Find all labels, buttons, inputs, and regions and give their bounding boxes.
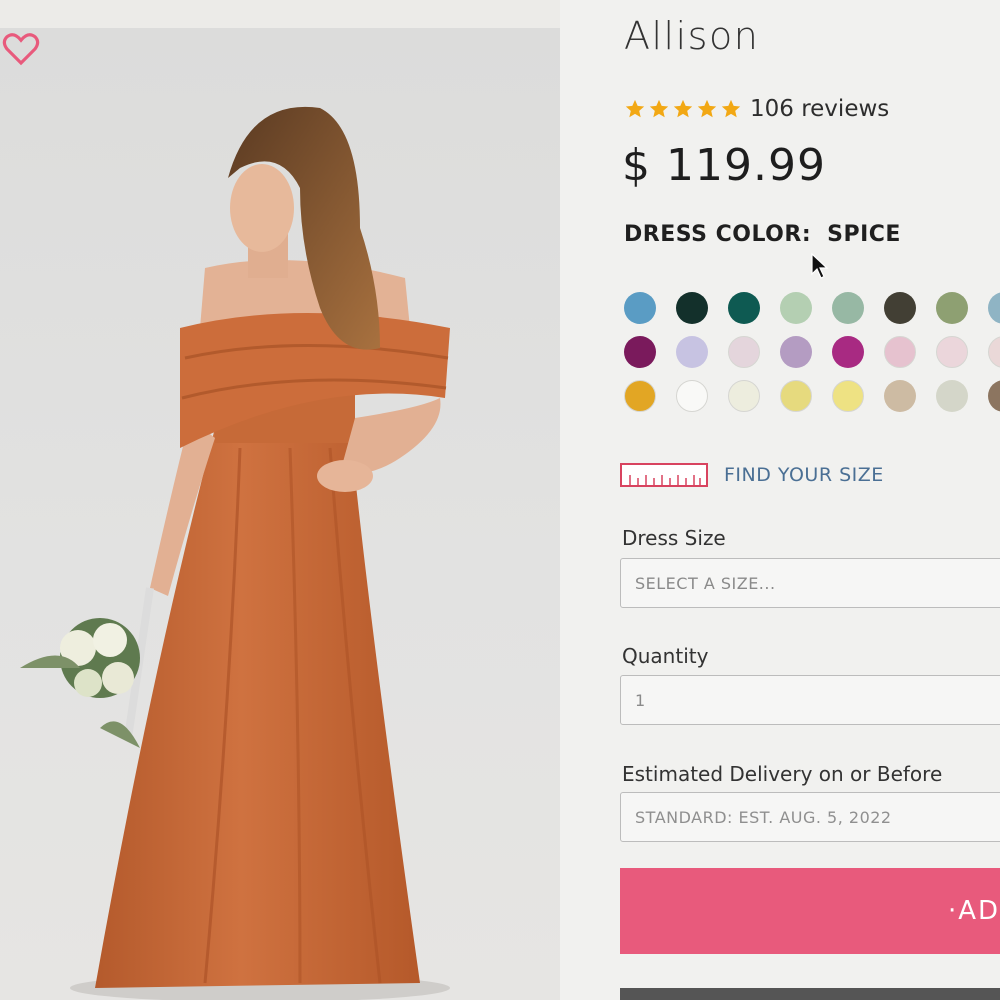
color-swatch[interactable] (624, 292, 656, 324)
color-swatch[interactable] (884, 336, 916, 368)
color-swatch[interactable] (780, 336, 812, 368)
dress-color-value: SPICE (827, 222, 901, 247)
star-icon (649, 99, 669, 118)
color-swatch[interactable] (988, 336, 1000, 368)
star-icon (625, 99, 645, 118)
find-your-size-link[interactable]: FIND YOUR SIZE (620, 463, 884, 487)
delivery-select[interactable]: STANDARD: EST. AUG. 5, 2022 (620, 792, 1000, 842)
color-swatch[interactable] (728, 292, 760, 324)
rating-stars (624, 98, 742, 120)
delivery-label: Estimated Delivery on or Before (622, 762, 943, 786)
quantity-input[interactable]: 1 (620, 675, 1000, 725)
color-swatch[interactable] (832, 380, 864, 412)
quantity-label: Quantity (622, 644, 709, 668)
ruler-icon (620, 463, 708, 487)
dress-color-label: DRESS COLOR: (624, 222, 812, 247)
add-to-bag-button[interactable]: ·AD (620, 868, 1000, 954)
price: $ 119.99 (622, 140, 826, 191)
star-icon (673, 99, 693, 118)
color-swatch[interactable] (988, 292, 1000, 324)
color-swatch[interactable] (832, 336, 864, 368)
product-details: Allison 106 reviews $ 119.99 DRESS COLOR… (560, 0, 1000, 1000)
color-swatch[interactable] (676, 380, 708, 412)
color-swatch[interactable] (884, 292, 916, 324)
secondary-button[interactable] (620, 988, 1000, 1000)
color-swatch[interactable] (936, 336, 968, 368)
product-image (0, 28, 560, 1000)
model-photo (20, 106, 450, 1000)
color-swatch[interactable] (832, 292, 864, 324)
color-swatch[interactable] (624, 336, 656, 368)
color-swatch[interactable] (676, 292, 708, 324)
mouse-cursor-icon (811, 252, 829, 279)
dress-size-select[interactable]: SELECT A SIZE... (620, 558, 1000, 608)
color-swatch[interactable] (988, 380, 1000, 412)
color-swatch[interactable] (780, 292, 812, 324)
color-swatch[interactable] (624, 380, 656, 412)
color-swatch[interactable] (728, 336, 760, 368)
star-icon (697, 99, 717, 118)
color-swatch[interactable] (936, 292, 968, 324)
color-swatch[interactable] (780, 380, 812, 412)
product-title: Allison (624, 14, 760, 58)
heart-icon[interactable] (0, 28, 42, 70)
rating: 106 reviews (624, 96, 889, 122)
color-swatch[interactable] (676, 336, 708, 368)
reviews-link[interactable]: 106 reviews (750, 96, 889, 122)
dress-color: DRESS COLOR: SPICE (624, 222, 901, 247)
dress-size-label: Dress Size (622, 526, 726, 550)
star-icon (721, 99, 741, 118)
find-your-size-label: FIND YOUR SIZE (724, 464, 884, 486)
color-swatch[interactable] (884, 380, 916, 412)
color-swatch[interactable] (728, 380, 760, 412)
color-swatch[interactable] (936, 380, 968, 412)
